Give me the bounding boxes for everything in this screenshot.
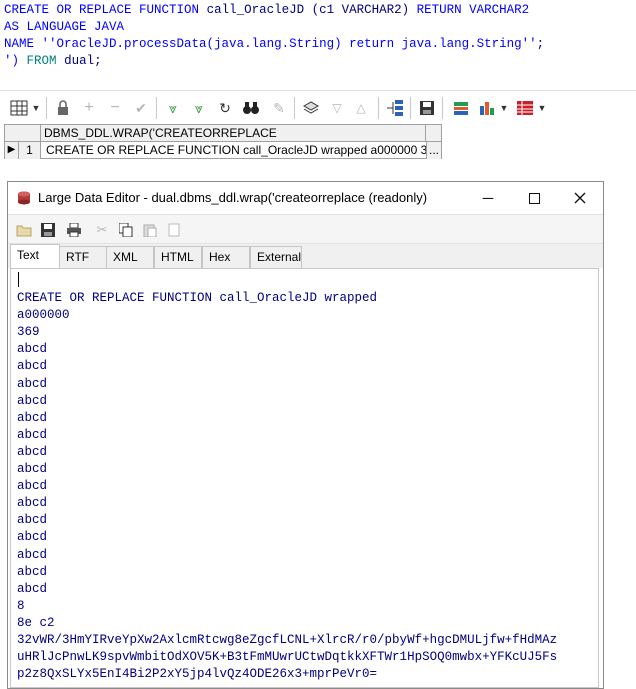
lock-icon[interactable] — [52, 97, 74, 119]
sql-keyword: FROM — [26, 54, 57, 68]
text-line: abcd — [17, 530, 48, 545]
delete-record-icon[interactable]: − — [104, 97, 126, 119]
sql-line-4: ') FROM dual; — [4, 53, 102, 70]
text-line: abcd — [17, 444, 48, 459]
grid-corner-cell — [5, 125, 41, 142]
sql-function-name: call_OracleJD — [206, 3, 305, 17]
text-line: abcd — [17, 410, 48, 425]
sql-args: (c1 VARCHAR2) — [311, 3, 410, 17]
text-line: abcd — [17, 462, 48, 476]
text-line: abcd — [17, 581, 48, 596]
sql-keyword: NAME — [4, 37, 35, 51]
large-data-editor-window: Large Data Editor - dual.dbms_ddl.wrap('… — [7, 181, 604, 689]
text-line: abcd — [17, 342, 48, 357]
row-indicator-icon: ▶ — [5, 142, 19, 159]
text-line: abcd — [17, 496, 48, 511]
sql-line-2: AS LANGUAGE JAVA — [4, 20, 125, 34]
fetch-next-icon[interactable]: ⩔ — [162, 97, 184, 119]
text-line: CREATE OR REPLACE FUNCTION call_OracleJD… — [17, 291, 378, 305]
text-line: abcd — [17, 427, 48, 442]
chevron-down-icon[interactable]: ▼ — [30, 97, 42, 119]
save-icon[interactable] — [416, 97, 438, 119]
clear-filter-icon[interactable]: ✎ — [268, 97, 290, 119]
tab-hex[interactable]: Hex — [202, 246, 250, 268]
grid-column-header[interactable]: DBMS_DDL.WRAP('CREATEORREPLACE — [41, 125, 426, 142]
tab-html[interactable]: HTML — [154, 246, 202, 268]
grid-header-filler — [426, 125, 441, 142]
tree-icon[interactable] — [384, 97, 406, 119]
grid-cell[interactable]: CREATE OR REPLACE FUNCTION call_OracleJD… — [42, 142, 427, 159]
tab-text[interactable]: Text — [10, 244, 60, 269]
paste-icon[interactable] — [140, 220, 160, 240]
print-icon[interactable] — [64, 220, 84, 240]
fetch-last-icon[interactable]: ⩔ — [188, 97, 210, 119]
sql-string: ''OracleJD.processData(java.lang.String)… — [41, 37, 537, 51]
sql-terminator: ; — [536, 37, 545, 51]
save-icon[interactable] — [38, 220, 58, 240]
text-line: abcd — [17, 564, 48, 579]
text-line: abcd — [17, 376, 48, 391]
cell-editor-button[interactable]: ... — [427, 142, 441, 159]
result-grid[interactable]: DBMS_DDL.WRAP('CREATEORREPLACE ▶ 1 CREAT… — [4, 124, 442, 159]
text-line: 8 — [17, 598, 25, 613]
sql-editor[interactable]: CREATE OR REPLACE FUNCTION call_OracleJD… — [0, 0, 636, 82]
post-changes-icon[interactable]: ✔ — [130, 97, 152, 119]
cut-icon[interactable]: ✂ — [92, 220, 112, 240]
sql-keyword: CREATE OR REPLACE FUNCTION — [4, 3, 200, 17]
chart-icon[interactable] — [476, 97, 498, 119]
copy-icon[interactable] — [116, 220, 136, 240]
text-caret — [18, 272, 19, 287]
sql-table: dual; — [64, 54, 102, 68]
text-line: uHRlJcPnwLK9spvWmbitOdXOV5K+B3tFmMUwrUCt… — [17, 650, 558, 665]
text-line: abcd — [17, 547, 48, 562]
query-by-example-icon[interactable] — [300, 97, 322, 119]
export-icon[interactable] — [450, 97, 472, 119]
sql-line-3: NAME ''OracleJD.processData(java.lang.St… — [4, 36, 544, 53]
title-bar[interactable]: Large Data Editor - dual.dbms_ddl.wrap('… — [8, 182, 603, 214]
text-line: p2z8QxSLYx5EnI4Bi2P2xY5jp4lvQz4ODE26x3+m… — [17, 667, 378, 682]
tab-xml[interactable]: XML — [106, 246, 154, 268]
grid-toolbar: ▼ + − ✔ ⩔ ⩔ ↻ ✎ ▽ △ ▼ ▼ — [0, 90, 636, 124]
text-line: 369 — [17, 325, 40, 340]
sort-ascending-icon[interactable]: △ — [350, 97, 372, 119]
refresh-icon[interactable]: ↻ — [214, 97, 236, 119]
single-record-view-icon[interactable] — [514, 97, 536, 119]
clear-icon[interactable] — [164, 220, 184, 240]
window-title: Large Data Editor - dual.dbms_ddl.wrap('… — [38, 190, 428, 205]
close-button[interactable] — [557, 182, 603, 214]
chevron-down-icon[interactable]: ▼ — [536, 97, 548, 119]
text-line: abcd — [17, 393, 48, 408]
text-line: a000000 — [17, 308, 70, 323]
text-line: 32vWR/3HmYIRveYpXw2AxlcmRtcwg8eZgcfLCNL+… — [17, 633, 558, 647]
sort-descending-icon[interactable]: ▽ — [326, 97, 348, 119]
binoculars-icon[interactable] — [240, 97, 262, 119]
tab-external[interactable]: External — [250, 246, 302, 268]
open-folder-icon[interactable] — [14, 220, 34, 240]
add-record-icon[interactable]: + — [78, 97, 100, 119]
text-editor[interactable]: CREATE OR REPLACE FUNCTION call_OracleJD… — [10, 268, 599, 688]
database-icon — [16, 190, 32, 211]
minimize-button[interactable]: ─ — [465, 182, 511, 214]
sql-line-1: CREATE OR REPLACE FUNCTION call_OracleJD… — [4, 2, 529, 19]
chevron-down-icon[interactable]: ▼ — [498, 97, 510, 119]
tab-rtf[interactable]: RTF — [59, 246, 107, 268]
sql-keyword: RETURN VARCHAR2 — [416, 3, 530, 17]
editor-toolbar: ✂ — [8, 214, 603, 244]
text-line: abcd — [17, 513, 48, 528]
text-line: abcd — [17, 359, 48, 374]
text-line: abcd — [17, 479, 48, 494]
maximize-button[interactable] — [511, 182, 557, 214]
grid-layout-icon[interactable] — [8, 97, 30, 119]
editor-tabs: Text RTF XML HTML Hex External — [8, 244, 603, 269]
text-line: 8e c2 — [17, 615, 55, 630]
sql-string: ') — [4, 54, 20, 68]
row-number: 1 — [19, 142, 41, 159]
